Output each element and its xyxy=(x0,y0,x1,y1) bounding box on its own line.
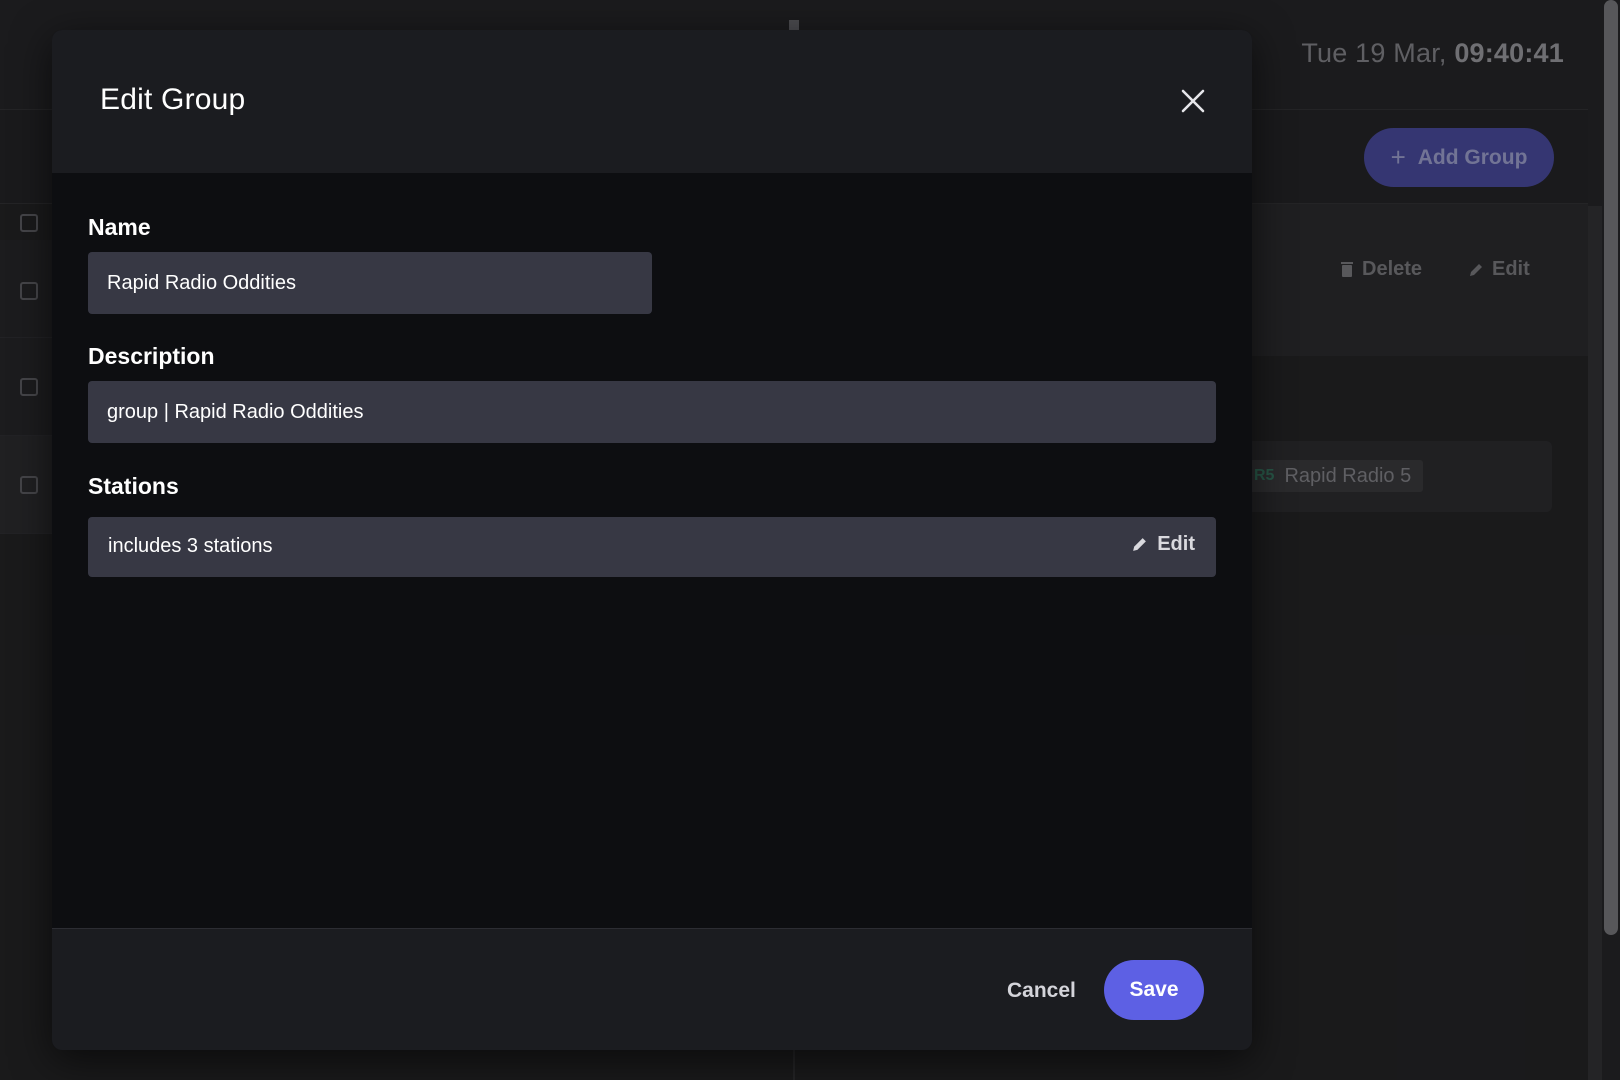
dialog-footer: Cancel Save xyxy=(52,928,1252,1050)
dialog-title: Edit Group xyxy=(100,83,246,116)
edit-group-dialog: Edit Group Name Description Stations inc… xyxy=(52,30,1252,1050)
name-input[interactable] xyxy=(88,252,652,314)
name-label: Name xyxy=(88,214,151,240)
close-icon xyxy=(1181,89,1205,113)
dialog-header: Edit Group xyxy=(52,30,1252,173)
edit-stations-button[interactable]: Edit xyxy=(1131,533,1195,556)
stations-label: Stations xyxy=(88,473,179,499)
save-button[interactable]: Save xyxy=(1104,960,1204,1020)
description-label: Description xyxy=(88,343,215,369)
edit-stations-label: Edit xyxy=(1157,533,1195,555)
description-input[interactable] xyxy=(88,381,1216,443)
pencil-icon xyxy=(1133,538,1147,551)
close-button[interactable] xyxy=(1178,86,1208,116)
stations-field: includes 3 stations Edit xyxy=(88,517,1216,577)
cancel-button[interactable]: Cancel xyxy=(1007,979,1076,1003)
stations-summary: includes 3 stations xyxy=(108,535,273,557)
